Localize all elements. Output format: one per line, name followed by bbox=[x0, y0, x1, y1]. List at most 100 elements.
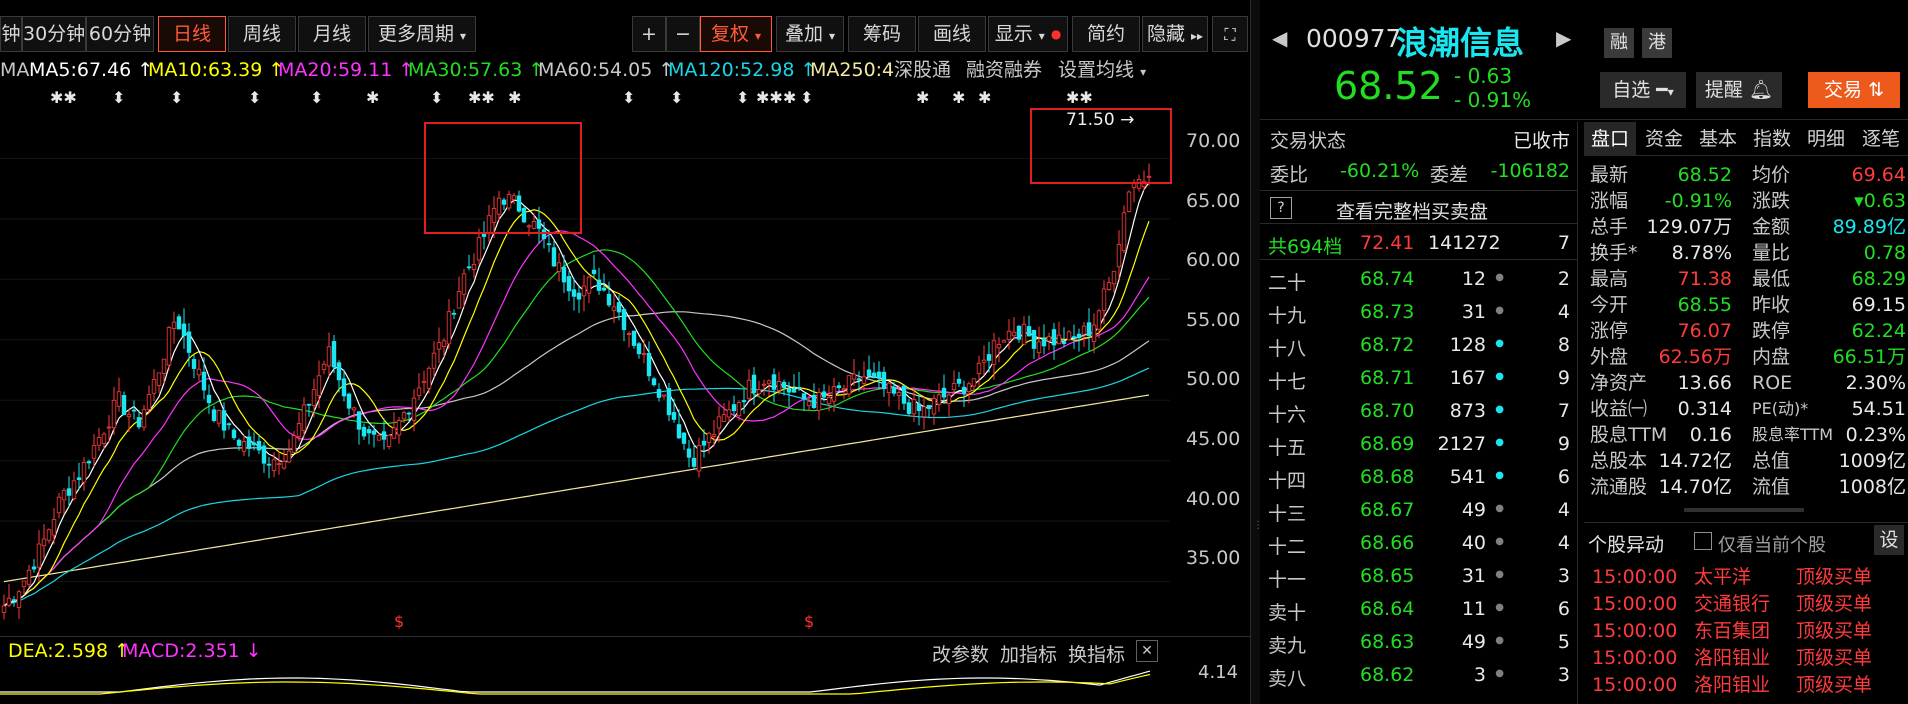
candle-body bbox=[936, 394, 942, 405]
candle bbox=[1086, 308, 1092, 351]
bell-icon: 🔔︎ bbox=[1748, 79, 1774, 101]
candle-body bbox=[221, 410, 227, 431]
more-periods-dropdown[interactable]: 更多周期 ▾ bbox=[368, 16, 476, 52]
candle bbox=[281, 449, 287, 470]
candle-body bbox=[1021, 323, 1027, 345]
period-30m-button[interactable]: 30分钟 bbox=[22, 16, 86, 52]
chips-button[interactable]: 筹码 bbox=[848, 16, 916, 52]
zoom-in-button[interactable]: + bbox=[632, 16, 666, 52]
period-month-button[interactable]: 月线 bbox=[298, 16, 366, 52]
tab-fundamentals[interactable]: 基本 bbox=[1692, 122, 1744, 156]
ask-level-row[interactable]: 十六 68.70 873 ● 7 bbox=[1260, 396, 1578, 426]
ask-level-row[interactable]: 十八 68.72 128 ● 8 bbox=[1260, 330, 1578, 360]
zoom-out-button[interactable]: − bbox=[666, 16, 700, 52]
ask-level-row[interactable]: 卖十 68.64 11 ● 6 bbox=[1260, 594, 1578, 624]
dot-icon: ● bbox=[1495, 305, 1504, 316]
dot-icon: ● bbox=[1495, 371, 1504, 382]
price-axis: 70.00 65.00 60.00 55.00 50.00 45.00 40.0… bbox=[1172, 110, 1250, 630]
ask-level-count: 4 bbox=[1557, 301, 1570, 323]
draw-button[interactable]: 画线 bbox=[918, 16, 986, 52]
alert-event: 顶级买单 bbox=[1796, 674, 1873, 696]
prev-stock-icon[interactable]: ◀ bbox=[1272, 26, 1287, 50]
candle bbox=[266, 456, 272, 479]
candle bbox=[236, 438, 242, 451]
candle bbox=[676, 409, 682, 440]
hide-button[interactable]: 隐藏 ▸▸ bbox=[1142, 16, 1208, 52]
alert-row[interactable]: 15:00:00 交通银行 顶级买单 bbox=[1584, 591, 1908, 618]
alerts-settings-button[interactable]: 设 bbox=[1874, 525, 1904, 555]
tag-hk[interactable]: 港 bbox=[1642, 28, 1672, 58]
overlay-dropdown[interactable]: 叠加 ▾ bbox=[776, 16, 844, 52]
dot-icon: ● bbox=[1495, 437, 1504, 448]
period-minute-button[interactable]: 钟 bbox=[0, 16, 22, 52]
simple-mode-button[interactable]: 简约 bbox=[1072, 16, 1140, 52]
full-depth-button[interactable]: ? 查看完整档买卖盘 bbox=[1260, 190, 1578, 224]
change-params-button[interactable]: 改参数 bbox=[932, 640, 989, 667]
close-icon[interactable]: ✕ bbox=[1136, 640, 1158, 662]
price-tick: 45.00 bbox=[1186, 428, 1241, 450]
switch-indicator-button[interactable]: 换指标 bbox=[1068, 640, 1125, 667]
alert-stock-name: 太平洋 bbox=[1694, 566, 1752, 588]
candle bbox=[66, 476, 72, 507]
alert-row[interactable]: 15:00:00 洛阳钼业 顶级买单 bbox=[1584, 645, 1908, 672]
ask-level-row[interactable]: 十九 68.73 31 ● 4 bbox=[1260, 297, 1578, 327]
ask-level-row[interactable]: 二十 68.74 12 ● 2 bbox=[1260, 264, 1578, 294]
candle-body bbox=[666, 388, 672, 416]
only-current-checkbox[interactable] bbox=[1694, 532, 1712, 550]
ask-level-row[interactable]: 十三 68.67 49 ● 4 bbox=[1260, 495, 1578, 525]
signal-marker: ⬍ bbox=[670, 88, 684, 107]
display-dropdown[interactable]: 显示 ▾ ● bbox=[988, 16, 1068, 52]
period-60m-button[interactable]: 60分钟 bbox=[86, 16, 154, 52]
chevron-down-icon: ▾ bbox=[755, 29, 762, 43]
add-indicator-button[interactable]: 加指标 bbox=[1000, 640, 1057, 667]
alert-row[interactable]: 15:00:00 洛阳钼业 顶级买单 bbox=[1584, 672, 1908, 699]
alert-row[interactable]: 15:00:00 东百集团 顶级买单 bbox=[1584, 618, 1908, 645]
tab-orderbook[interactable]: 盘口 bbox=[1584, 122, 1636, 156]
ask-level-row[interactable]: 十四 68.68 541 ● 6 bbox=[1260, 462, 1578, 492]
ask-level-price: 68.66 bbox=[1360, 532, 1415, 554]
period-week-button[interactable]: 周线 bbox=[228, 16, 296, 52]
alert-row[interactable]: 15:00:00 太平洋 顶级买单 bbox=[1584, 564, 1908, 591]
adjust-dropdown[interactable]: 复权 ▾ bbox=[700, 16, 772, 52]
candle-body bbox=[1081, 325, 1087, 335]
ask-level-row[interactable]: 十一 68.65 31 ● 3 bbox=[1260, 561, 1578, 591]
pane-divider[interactable]: ⋮ bbox=[1250, 0, 1263, 704]
tab-funds[interactable]: 资金 bbox=[1638, 122, 1690, 156]
set-ma-dropdown[interactable]: 设置均线 ▾ bbox=[1058, 56, 1146, 86]
watchlist-dropdown[interactable]: 自选 ━▾ bbox=[1600, 72, 1686, 108]
tab-details[interactable]: 明细 bbox=[1800, 122, 1852, 156]
candle bbox=[1101, 280, 1107, 325]
fullscreen-button[interactable]: ⛶ bbox=[1212, 16, 1248, 52]
period-day-button[interactable]: 日线 bbox=[158, 16, 226, 52]
candle bbox=[41, 524, 47, 559]
candle bbox=[261, 441, 267, 473]
ask-level-row[interactable]: 十二 68.66 40 ● 4 bbox=[1260, 528, 1578, 558]
next-stock-icon[interactable]: ▶ bbox=[1556, 26, 1571, 50]
candle bbox=[226, 422, 232, 430]
ask-level-row[interactable]: 十七 68.71 167 ● 9 bbox=[1260, 363, 1578, 393]
ask-level-row[interactable]: 卖八 68.62 3 ● 3 bbox=[1260, 660, 1578, 690]
candle bbox=[451, 309, 457, 320]
candle-body bbox=[746, 379, 752, 399]
sgt-link[interactable]: 深股通 bbox=[894, 56, 951, 84]
trade-button[interactable]: 交易 ⇅ bbox=[1808, 72, 1900, 108]
ask-level-row[interactable]: 十五 68.69 2127 ● 9 bbox=[1260, 429, 1578, 459]
candle bbox=[216, 409, 222, 428]
tab-tick-by-tick[interactable]: 逐笔 bbox=[1854, 122, 1908, 156]
candle bbox=[941, 374, 947, 404]
alert-button[interactable]: 提醒 🔔︎ bbox=[1696, 72, 1782, 108]
candle-body bbox=[566, 276, 572, 292]
candle bbox=[836, 382, 842, 392]
candle bbox=[141, 404, 147, 431]
tag-margin[interactable]: 融 bbox=[1604, 28, 1634, 58]
candlestick-chart[interactable] bbox=[0, 110, 1170, 630]
change-value: - 0.63 bbox=[1454, 64, 1513, 88]
candle bbox=[246, 429, 252, 457]
margin-link[interactable]: 融资融券 bbox=[966, 56, 1042, 84]
ask-level-volume: 3 bbox=[1473, 664, 1486, 686]
candle-body bbox=[621, 308, 627, 331]
ask-level-row[interactable]: 卖九 68.63 49 ● 5 bbox=[1260, 627, 1578, 657]
candle bbox=[811, 383, 817, 410]
signal-marker: ⬍ bbox=[800, 88, 814, 107]
tab-index[interactable]: 指数 bbox=[1746, 122, 1798, 156]
